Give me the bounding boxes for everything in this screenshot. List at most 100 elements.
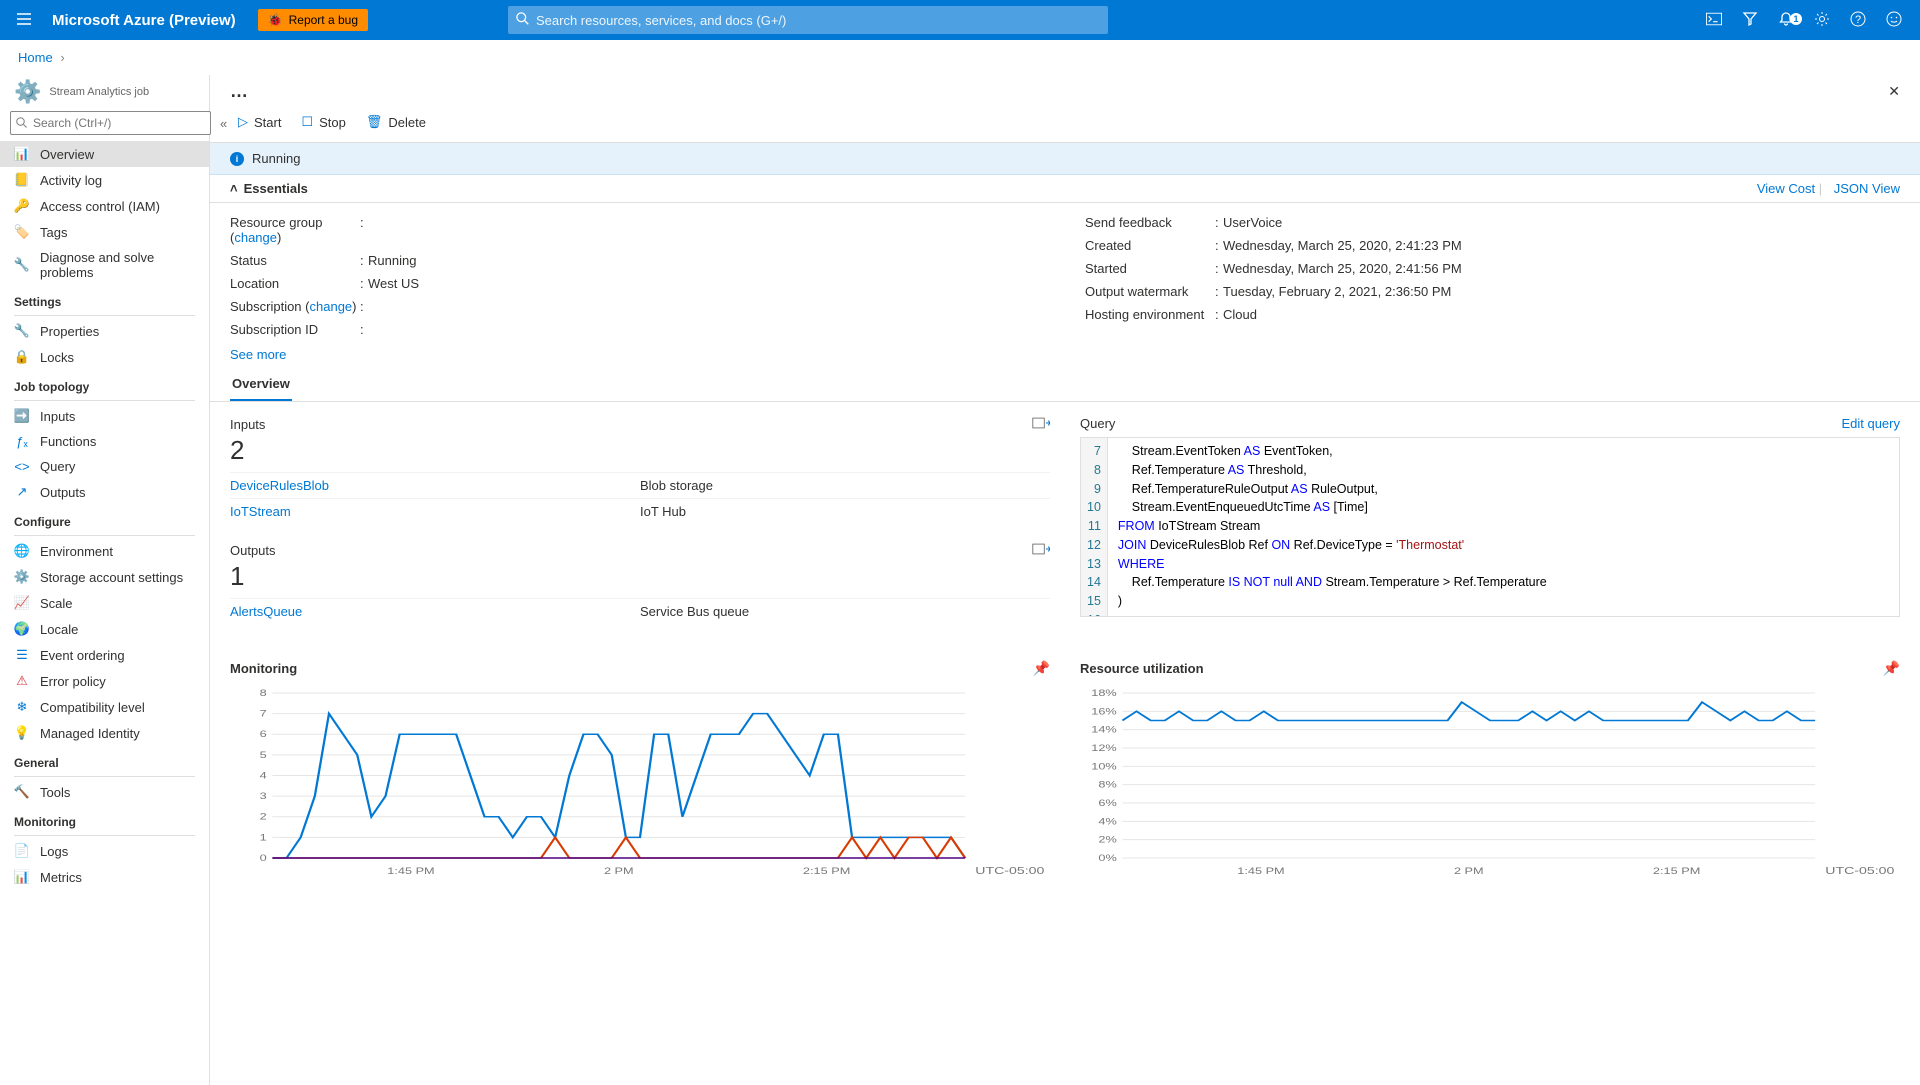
start-button[interactable]: ▷ Start [230, 110, 289, 134]
sidebar-item-environment[interactable]: 🌐Environment [0, 538, 209, 564]
sidebar-item-locale[interactable]: 🌍Locale [0, 616, 209, 642]
cloud-shell-icon[interactable] [1696, 12, 1732, 29]
started-value: Wednesday, March 25, 2020, 2:41:56 PM [1223, 261, 1462, 276]
report-bug-button[interactable]: 🐞 Report a bug [258, 9, 368, 31]
sidebar-item-metrics[interactable]: 📊Metrics [0, 864, 209, 890]
svg-text:1:45 PM: 1:45 PM [387, 867, 434, 877]
feedback-icon[interactable] [1876, 11, 1912, 30]
pin-icon[interactable]: 📌 [1033, 660, 1050, 677]
input-row: IoTStreamIoT Hub [230, 498, 1050, 524]
sidebar-item-tags[interactable]: 🏷️Tags [0, 219, 209, 245]
trash-icon: 🗑 [366, 114, 383, 130]
resource-group-label: Resource group [230, 215, 323, 230]
global-search-input[interactable] [536, 13, 1100, 28]
svg-text:6%: 6% [1098, 799, 1117, 809]
sidebar-item-properties[interactable]: 🔧Properties [0, 318, 209, 344]
sidebar-search-input[interactable] [10, 111, 211, 135]
close-blade-icon[interactable]: ✕ [1888, 83, 1900, 100]
svg-text:10%: 10% [1091, 762, 1117, 772]
resource-util-title: Resource utilization [1080, 661, 1204, 676]
json-view-link[interactable]: JSON View [1834, 181, 1900, 196]
sidebar-item-scale[interactable]: 📈Scale [0, 590, 209, 616]
sidebar-item-label: Logs [40, 844, 68, 859]
sidebar-item-logs[interactable]: 📄Logs [0, 838, 209, 864]
nav-icon: <> [14, 459, 30, 474]
essentials-panel: Resource group (change): Status:Running … [210, 203, 1920, 341]
query-editor[interactable]: 78910111213141516171819 Stream.EventToke… [1080, 437, 1900, 617]
input-link[interactable]: IoTStream [230, 504, 640, 519]
sidebar-item-label: Functions [40, 434, 96, 449]
monitoring-chart[interactable]: 0123456781:45 PM2 PM2:15 PMUTC-05:00 [230, 683, 1050, 878]
sidebar-item-activity-log[interactable]: 📒Activity log [0, 167, 209, 193]
sidebar-item-label: Tags [40, 225, 67, 240]
sidebar-item-label: Compatibility level [40, 700, 145, 715]
code-body: Stream.EventToken AS EventToken, Ref.Tem… [1108, 438, 1899, 616]
delete-button[interactable]: 🗑 Delete [358, 110, 434, 134]
input-row: DeviceRulesBlobBlob storage [230, 472, 1050, 498]
add-output-icon[interactable] [1032, 542, 1050, 559]
svg-text:7: 7 [260, 709, 267, 719]
sidebar-item-label: Scale [40, 596, 73, 611]
sidebar-item-managed-identity[interactable]: 💡Managed Identity [0, 720, 209, 746]
notifications-badge: 1 [1790, 13, 1802, 25]
sidebar-item-inputs[interactable]: ➡️Inputs [0, 403, 209, 429]
sidebar-item-storage-account-settings[interactable]: ⚙️Storage account settings [0, 564, 209, 590]
sidebar-item-diagnose-and-solve-problems[interactable]: 🔧Diagnose and solve problems [0, 245, 209, 285]
svg-text:4%: 4% [1098, 817, 1117, 827]
nav-icon: ❄ [14, 699, 30, 715]
hosting-label: Hosting environment [1085, 307, 1215, 322]
sidebar-item-functions[interactable]: ƒₓFunctions [0, 429, 209, 454]
sidebar-item-label: Managed Identity [40, 726, 140, 741]
change-rg-link[interactable]: change [234, 230, 277, 245]
change-sub-link[interactable]: change [310, 299, 353, 314]
edit-query-link[interactable]: Edit query [1841, 416, 1900, 431]
svg-text:2 PM: 2 PM [1454, 867, 1484, 877]
sidebar-item-label: Properties [40, 324, 99, 339]
input-link[interactable]: DeviceRulesBlob [230, 478, 640, 493]
svg-text:18%: 18% [1091, 689, 1117, 699]
sidebar-item-label: Access control (IAM) [40, 199, 160, 214]
monitoring-title: Monitoring [230, 661, 297, 676]
essentials-toggle[interactable]: ˄ Essentials [230, 181, 308, 196]
sidebar-item-access-control-iam-[interactable]: 🔑Access control (IAM) [0, 193, 209, 219]
global-search[interactable] [508, 6, 1108, 34]
feedback-link[interactable]: UserVoice [1223, 215, 1282, 230]
svg-text:2:15 PM: 2:15 PM [1653, 867, 1700, 877]
stop-button[interactable]: ☐ Stop [293, 110, 353, 134]
sidebar-item-error-policy[interactable]: ⚠Error policy [0, 668, 209, 694]
sidebar-item-query[interactable]: <>Query [0, 454, 209, 479]
resource-title-menu[interactable]: … [230, 81, 250, 102]
sidebar-item-event-ordering[interactable]: ☰Event ordering [0, 642, 209, 668]
breadcrumb-home[interactable]: Home [18, 50, 53, 65]
inputs-count: 2 [230, 433, 1050, 472]
pin-icon[interactable]: 📌 [1883, 660, 1900, 677]
sidebar-item-outputs[interactable]: ↗Outputs [0, 479, 209, 505]
nav-icon: 🔒 [14, 349, 30, 365]
svg-text:8%: 8% [1098, 780, 1117, 790]
resource-util-chart[interactable]: 0%2%4%6%8%10%12%14%16%18%1:45 PM2 PM2:15… [1080, 683, 1900, 878]
see-more-link[interactable]: See more [230, 347, 286, 362]
started-label: Started [1085, 261, 1215, 276]
sidebar-item-overview[interactable]: 📊Overview [0, 141, 209, 167]
view-cost-link[interactable]: View Cost [1757, 181, 1815, 196]
svg-text:3: 3 [260, 792, 267, 802]
sidebar-item-label: Diagnose and solve problems [40, 250, 195, 280]
status-value: Running [368, 253, 416, 268]
tab-overview[interactable]: Overview [230, 368, 292, 401]
output-link[interactable]: AlertsQueue [230, 604, 640, 619]
settings-icon[interactable] [1804, 11, 1840, 30]
hamburger-icon[interactable] [8, 3, 40, 38]
sidebar-item-label: Overview [40, 147, 94, 162]
directory-filter-icon[interactable] [1732, 11, 1768, 30]
sidebar-item-tools[interactable]: 🔨Tools [0, 779, 209, 805]
sidebar-item-compatibility-level[interactable]: ❄ Compatibility level [0, 694, 209, 720]
notifications-icon[interactable]: 1 [1768, 11, 1804, 30]
sidebar-item-locks[interactable]: 🔒Locks [0, 344, 209, 370]
add-input-icon[interactable] [1032, 416, 1050, 433]
help-icon[interactable]: ? [1840, 11, 1876, 30]
svg-text:1: 1 [260, 833, 267, 843]
sidebar-nav: 📊Overview📒Activity log🔑Access control (I… [0, 141, 209, 1085]
brand-title[interactable]: Microsoft Azure (Preview) [40, 12, 248, 29]
sidebar-resource-header: ⚙️ Stream Analytics job [0, 75, 209, 105]
sidebar-item-label: Metrics [40, 870, 82, 885]
